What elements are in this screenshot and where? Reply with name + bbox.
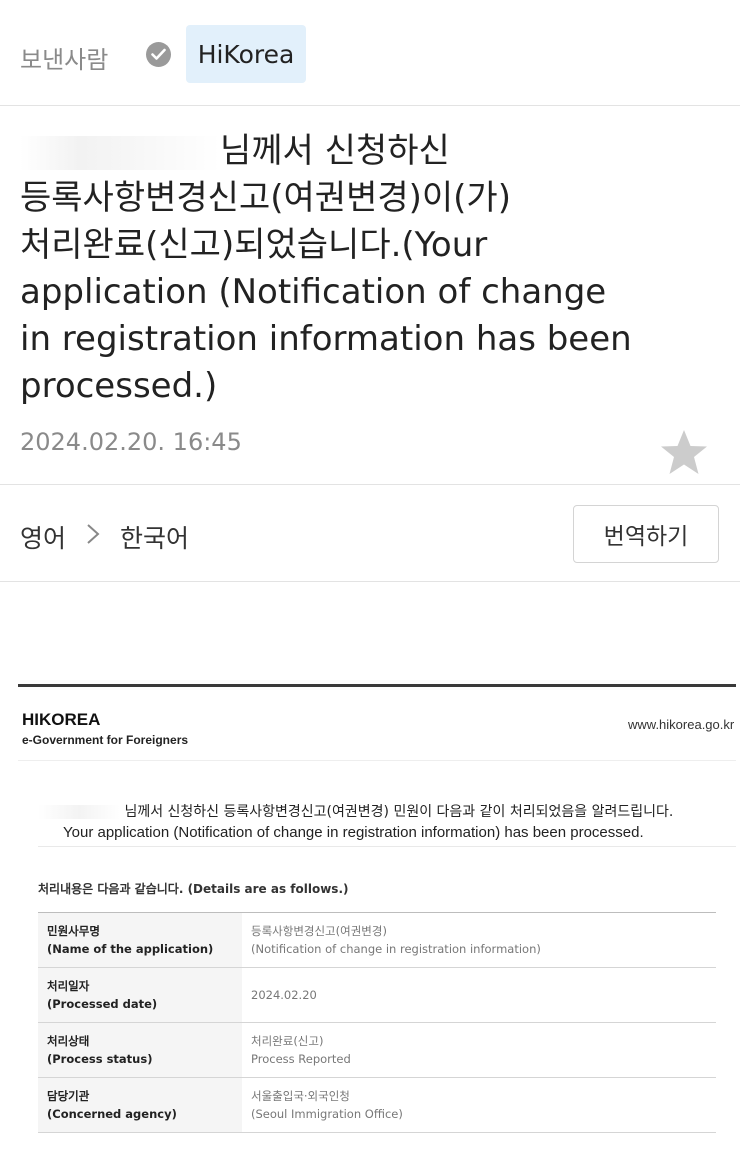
subject-line-3: 처리완료(신고)되었습니다.(Your xyxy=(20,225,488,265)
row-value: 등록사항변경신고(여권변경) (Notification of change in… xyxy=(242,912,716,968)
check-circle-icon xyxy=(146,42,171,67)
redacted-name-small xyxy=(38,805,120,819)
message-subject: 님께서 신청하신 등록사항변경신고(여권변경)이(가) 처리완료(신고)되었습니… xyxy=(20,128,720,410)
source-language[interactable]: 영어 xyxy=(20,519,66,555)
brand-title: HIKOREA xyxy=(22,710,101,729)
sender-label: 보낸사람 xyxy=(20,46,109,74)
subject-line-1: 님께서 신청하신 xyxy=(20,128,720,175)
brand-subtitle: e-Government for Foreigners xyxy=(22,733,189,747)
row-label: 민원사무명 (Name of the application) xyxy=(38,912,242,968)
notice-english: Your application (Notification of change… xyxy=(63,824,644,841)
redacted-name xyxy=(20,135,220,170)
table-row: 처리상태 (Process status) 처리완료(신고) Process Rep… xyxy=(38,1022,716,1078)
subject-line-2: 등록사항변경신고(여권변경)이(가) xyxy=(20,178,511,218)
subject-line-5: in registration information has been xyxy=(20,319,632,359)
details-table: 민원사무명 (Name of the application) 등록사항변경신고(… xyxy=(38,912,716,1133)
details-caption: 처리내용은 다음과 같습니다. (Details are as follows.… xyxy=(38,882,349,896)
row-value: 처리완료(신고) Process Reported xyxy=(242,1022,716,1078)
row-label: 처리일자 (Processed date) xyxy=(38,967,242,1023)
subject-line-6: processed.) xyxy=(20,366,218,406)
chevron-right-icon xyxy=(86,523,100,545)
row-label: 처리상태 (Process status) xyxy=(38,1022,242,1078)
row-label: 담당기관 (Concerned agency) xyxy=(38,1077,242,1133)
sender-chip[interactable]: HiKorea xyxy=(186,25,306,83)
table-row: 민원사무명 (Name of the application) 등록사항변경신고(… xyxy=(38,912,716,968)
subject-line-4: application (Notification of change xyxy=(20,272,607,312)
notice-divider xyxy=(38,846,736,847)
target-language[interactable]: 한국어 xyxy=(120,519,189,555)
message-date: 2024.02.20. 16:45 xyxy=(20,428,242,456)
row-value: 서울출입국·외국인청 (Seoul Immigration Office) xyxy=(242,1077,716,1133)
sender-bar: 보낸사람 HiKorea xyxy=(0,0,740,106)
translate-bar: 영어 한국어 번역하기 xyxy=(0,484,740,582)
header-divider xyxy=(18,760,736,761)
email-top-rule xyxy=(18,684,736,687)
table-row: 담당기관 (Concerned agency) 서울출입국·외국인청 (Seoul … xyxy=(38,1077,716,1133)
notice-korean: 님께서 신청하신 등록사항변경신고(여권변경) 민원이 다음과 같이 처리되었음… xyxy=(38,801,673,821)
translate-button[interactable]: 번역하기 xyxy=(573,505,719,563)
table-row: 처리일자 (Processed date) 2024.02.20 xyxy=(38,967,716,1023)
row-value: 2024.02.20 xyxy=(242,967,716,1023)
site-url-link[interactable]: www.hikorea.go.kr xyxy=(628,717,734,732)
star-icon[interactable] xyxy=(658,428,710,478)
